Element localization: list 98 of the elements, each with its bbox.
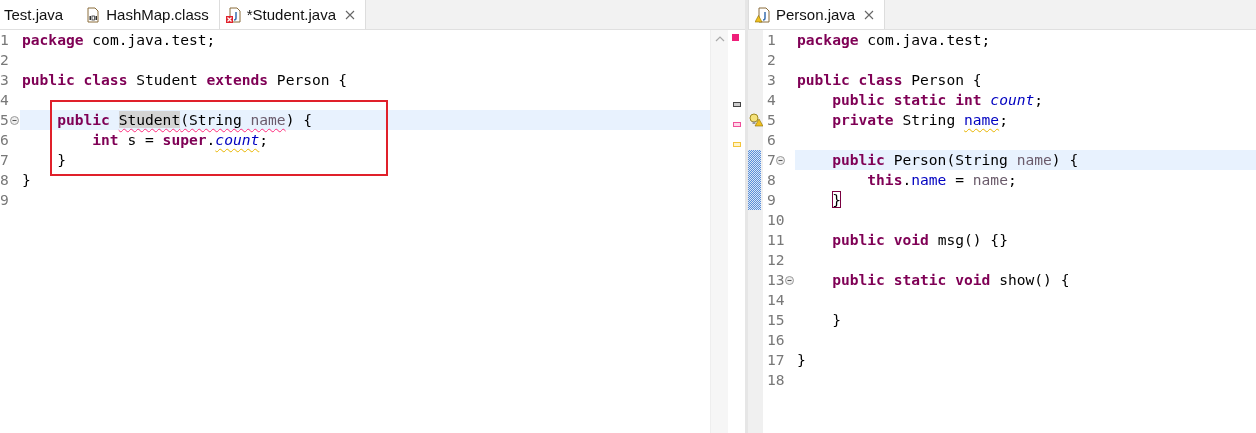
line-number: 1 — [767, 30, 776, 50]
code-token: ; — [259, 131, 269, 148]
line-number: 16 — [767, 330, 785, 350]
line-number: 9 — [767, 190, 776, 210]
code-token: Person { — [276, 71, 348, 88]
code-token: s = — [127, 131, 155, 148]
code-token: public — [797, 71, 851, 88]
code-token: } — [832, 191, 841, 208]
code-token: ; — [1034, 91, 1044, 108]
line-number: 11 — [767, 230, 785, 250]
tab-label: Test.java — [4, 6, 64, 23]
code-token: show() { — [999, 271, 1070, 288]
code-token: count — [215, 131, 260, 148]
code-token: = — [955, 171, 965, 188]
code-token: class — [83, 71, 128, 88]
code-token: public — [832, 151, 885, 168]
code-token: int — [955, 91, 983, 108]
line-number: 8 — [767, 170, 776, 190]
code-token: name — [964, 111, 1000, 128]
code-token: Person { — [911, 71, 982, 88]
line-number: 9 — [0, 190, 9, 210]
collapse-icon[interactable] — [9, 115, 19, 125]
line-number: 5 — [0, 110, 9, 130]
line-number: 3 — [767, 70, 776, 90]
error-marker[interactable] — [732, 121, 741, 127]
code-token: com.java.test; — [92, 31, 216, 48]
line-number: 6 — [0, 130, 9, 150]
code-token: name — [911, 171, 947, 188]
warning-marker[interactable] — [732, 141, 741, 147]
collapse-icon[interactable] — [784, 275, 794, 285]
line-number: 10 — [767, 210, 785, 230]
tab-label: *Student.java — [246, 6, 336, 23]
code-token: msg() {} — [937, 231, 1008, 248]
line-number: 7 — [0, 150, 9, 170]
code-token: private — [832, 111, 894, 128]
code-token: class — [858, 71, 903, 88]
code-token: static — [893, 91, 948, 108]
code-token: } — [832, 311, 841, 328]
line-number: 6 — [767, 130, 776, 150]
code-token: package — [797, 31, 859, 48]
code-token: extends — [206, 71, 269, 88]
tab-label: Person.java — [776, 6, 856, 23]
code-token: void — [955, 271, 991, 288]
code-token: void — [893, 231, 929, 248]
line-number: 2 — [767, 50, 776, 70]
code-token: ; — [999, 111, 1008, 128]
close-icon[interactable] — [864, 9, 875, 20]
line-number: 4 — [767, 90, 776, 110]
close-icon[interactable] — [345, 9, 355, 20]
code-token: name — [1016, 151, 1052, 168]
line-number: 7 — [767, 150, 776, 170]
code-token: super — [162, 131, 207, 148]
code-token: ; — [1007, 171, 1017, 188]
code-token: } — [22, 171, 31, 188]
code-token: this — [867, 171, 903, 188]
code-token: name — [250, 111, 286, 128]
scroll-track[interactable] — [710, 30, 728, 433]
line-number: 1 — [0, 30, 9, 50]
code-token: } — [57, 151, 66, 168]
code-token: int — [92, 131, 119, 148]
code-token: Person(String — [893, 151, 1009, 168]
occurrence-marker[interactable] — [732, 101, 741, 107]
code-token: ) { — [285, 111, 312, 128]
line-number: 5 — [767, 110, 776, 130]
code-token: Student — [118, 111, 181, 128]
line-number: 4 — [0, 90, 9, 110]
line-number: 13 — [767, 270, 785, 290]
line-number: 8 — [0, 170, 9, 190]
collapse-icon[interactable] — [775, 155, 785, 165]
code-token: static — [893, 271, 948, 288]
editor-tab[interactable]: *Student.java — [218, 0, 366, 29]
code-token: ) { — [1051, 151, 1079, 168]
code-token: String — [902, 111, 957, 128]
code-token: package — [22, 31, 84, 48]
code-token: Student — [136, 71, 199, 88]
code-token: . — [902, 171, 912, 188]
code-token: com.java.test; — [867, 31, 991, 48]
error-summary-marker[interactable] — [732, 34, 739, 41]
line-number: 14 — [767, 290, 785, 310]
line-number: 15 — [767, 310, 785, 330]
line-number: 12 — [767, 250, 785, 270]
lightbulb-warning-icon[interactable] — [749, 113, 763, 127]
tab-label: HashMap.class — [106, 6, 209, 23]
line-number: 18 — [767, 370, 785, 390]
code-token: } — [797, 351, 806, 368]
line-number: 3 — [0, 70, 9, 90]
code-token: count — [990, 91, 1035, 108]
code-token: public — [57, 111, 111, 128]
code-token: public — [22, 71, 76, 88]
editor-tab[interactable]: Person.java — [748, 0, 886, 29]
code-token: public — [832, 271, 886, 288]
code-token: (String — [180, 111, 243, 128]
code-token: public — [832, 91, 886, 108]
line-number: 2 — [0, 50, 9, 70]
code-token: . — [206, 131, 216, 148]
code-token: name — [972, 171, 1008, 188]
line-number: 17 — [767, 350, 785, 370]
code-token: public — [832, 231, 886, 248]
